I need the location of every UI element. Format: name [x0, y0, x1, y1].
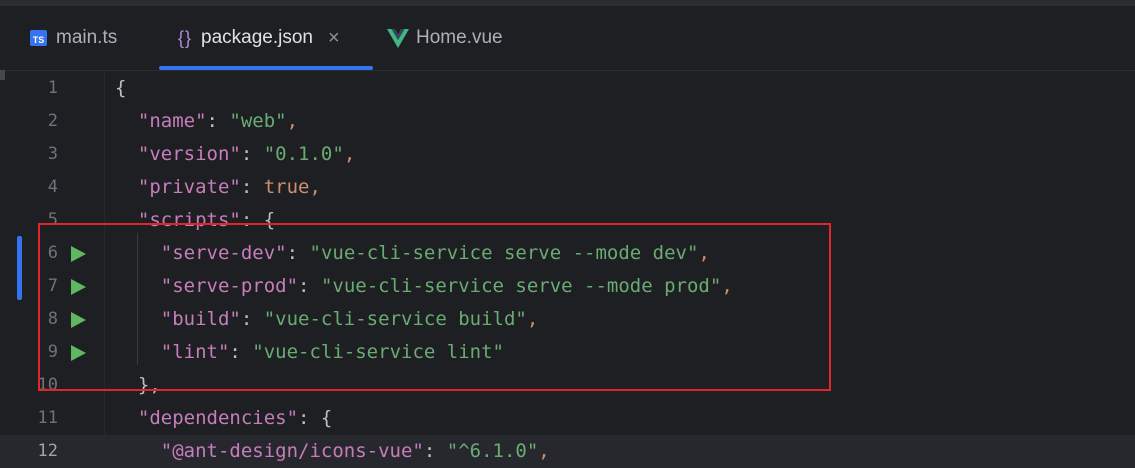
highlight-box: [38, 223, 831, 391]
code-text[interactable]: "@ant-design/icons-vue": "^6.1.0",: [115, 435, 550, 468]
code-line-12: 12 "@ant-design/icons-vue": "^6.1.0",: [0, 435, 1135, 468]
tab-label: Home.vue: [416, 27, 503, 48]
line-number: 2: [47, 111, 58, 131]
tab-label: package.json: [201, 27, 313, 48]
active-tab-indicator: [159, 66, 373, 70]
code-text[interactable]: "dependencies": {: [115, 402, 332, 435]
code-text[interactable]: "version": "0.1.0",: [115, 138, 355, 171]
code-line-4: 4 "private": true,: [0, 171, 1135, 204]
tab-label: main.ts: [56, 27, 118, 48]
code-editor[interactable]: 1 { 2 "name": "web", 3 "version": "0.1.0…: [0, 71, 1135, 468]
tab-home-vue[interactable]: Home.vue: [387, 6, 503, 70]
code-text[interactable]: "name": "web",: [115, 105, 298, 138]
line-number: 12: [37, 441, 58, 461]
line-number: 4: [47, 177, 58, 197]
line-number: 3: [47, 144, 58, 164]
tab-package-json[interactable]: {} package.json ×: [178, 6, 340, 70]
code-line-11: 11 "dependencies": {: [0, 402, 1135, 435]
line-number: 11: [37, 408, 58, 428]
close-icon[interactable]: ×: [328, 27, 340, 50]
vcs-change-marker[interactable]: [17, 236, 22, 300]
json-file-icon: {}: [178, 27, 193, 48]
code-line-2: 2 "name": "web",: [0, 105, 1135, 138]
code-text[interactable]: {: [115, 72, 126, 105]
vue-file-icon: [387, 28, 409, 48]
tab-main-ts[interactable]: TS main.ts: [30, 6, 117, 70]
typescript-file-icon: TS: [30, 30, 47, 46]
line-number: 1: [47, 78, 58, 98]
editor-tab-bar: TS main.ts {} package.json × Home.vue: [0, 6, 1135, 71]
code-text[interactable]: "private": true,: [115, 171, 321, 204]
code-line-3: 3 "version": "0.1.0",: [0, 138, 1135, 171]
code-line-1: 1 {: [0, 72, 1135, 105]
